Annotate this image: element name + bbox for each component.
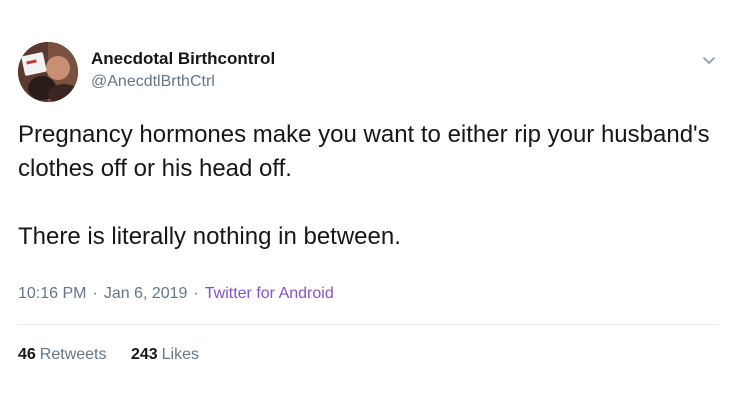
- author-name[interactable]: Anecdotal Birthcontrol: [91, 49, 275, 69]
- tweet-text: Pregnancy hormones make you want to eith…: [18, 118, 718, 254]
- tweet-card: Anecdotal Birthcontrol @AnecdtlBrthCtrl …: [0, 0, 737, 415]
- tweet-source-link[interactable]: Twitter for Android: [205, 285, 334, 302]
- likes-count: 243: [130, 346, 158, 363]
- tweet-date[interactable]: Jan 6, 2019: [104, 285, 188, 302]
- tweet-stats: 46 Retweets 243 Likes: [18, 346, 219, 364]
- chevron-down-icon[interactable]: [699, 50, 719, 70]
- tweet-paragraph: Pregnancy hormones make you want to eith…: [18, 121, 710, 182]
- divider: [18, 324, 718, 325]
- meta-separator: ·: [193, 285, 199, 302]
- avatar[interactable]: [18, 42, 78, 102]
- likes-label: Likes: [161, 346, 200, 363]
- meta-separator: ·: [92, 285, 98, 302]
- retweets-count: 46: [18, 346, 36, 363]
- tweet-paragraph: There is literally nothing in between.: [18, 223, 401, 250]
- retweets-stat[interactable]: 46 Retweets: [18, 346, 107, 364]
- likes-stat[interactable]: 243 Likes: [131, 346, 199, 364]
- retweets-label: Retweets: [39, 346, 107, 363]
- tweet-meta: 10:16 PM · Jan 6, 2019 · Twitter for Android: [18, 285, 334, 303]
- author-handle[interactable]: @AnecdtlBrthCtrl: [91, 73, 215, 91]
- tweet-time[interactable]: 10:16 PM: [18, 285, 86, 302]
